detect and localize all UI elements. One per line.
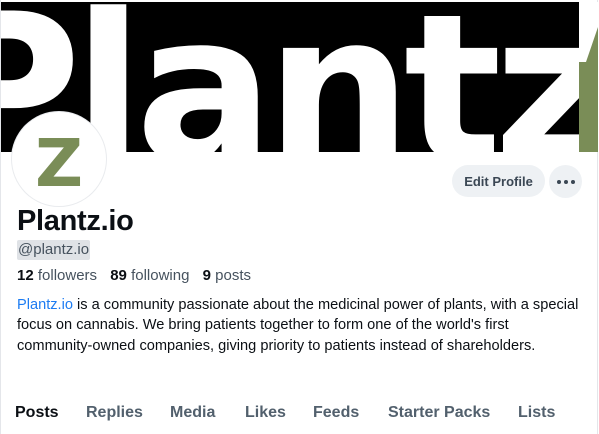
- tab-lists[interactable]: Lists: [518, 404, 555, 422]
- edit-profile-button[interactable]: Edit Profile: [452, 165, 545, 197]
- profile-bio: Plantz.io is a community passionate abou…: [17, 295, 587, 356]
- following-count: 89: [110, 267, 127, 284]
- followers-count: 12: [17, 267, 34, 284]
- avatar-letter: Z: [35, 125, 83, 202]
- tab-likes[interactable]: Likes: [245, 404, 286, 422]
- tab-replies[interactable]: Replies: [86, 404, 143, 422]
- following-link[interactable]: 89 following: [110, 267, 189, 284]
- bio-text: is a community passionate about the medi…: [17, 297, 579, 354]
- tab-feeds[interactable]: Feeds: [313, 404, 359, 422]
- display-name: Plantz.io: [17, 205, 134, 237]
- more-options-button[interactable]: [549, 165, 582, 198]
- followers-link[interactable]: 12 followers: [17, 267, 97, 284]
- posts-label: posts: [215, 267, 251, 284]
- profile-handle[interactable]: @plantz.io: [17, 240, 91, 260]
- tab-media[interactable]: Media: [170, 404, 215, 422]
- posts-count: 9: [202, 267, 211, 284]
- profile-tabs: Posts Replies Media Likes Feeds Starter …: [0, 404, 598, 434]
- profile-stats: 12 followers 89 following 9 posts: [17, 267, 260, 284]
- tab-posts[interactable]: Posts: [15, 404, 59, 422]
- following-label: following: [131, 267, 190, 284]
- bio-link[interactable]: Plantz.io: [17, 297, 73, 313]
- avatar[interactable]: Z: [12, 112, 106, 206]
- ellipsis-icon: [556, 179, 575, 184]
- posts-stat: 9 posts: [203, 267, 251, 284]
- avatar-logo: Z: [14, 114, 104, 204]
- tab-starter-packs[interactable]: Starter Packs: [388, 404, 490, 422]
- followers-label: followers: [37, 267, 98, 284]
